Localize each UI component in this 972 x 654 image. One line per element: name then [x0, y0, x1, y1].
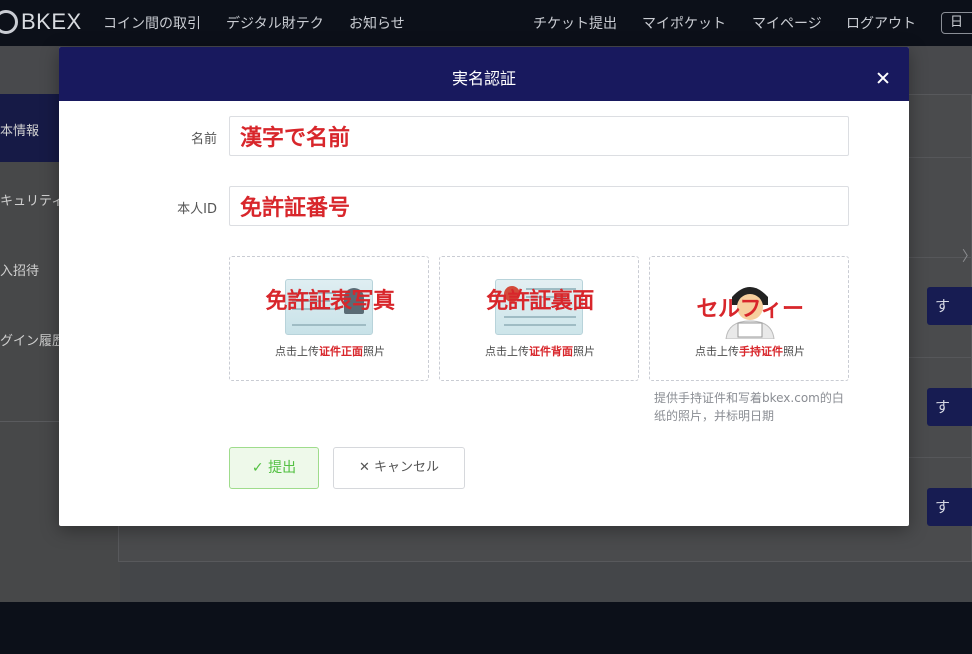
- check-icon: ✓: [251, 460, 264, 476]
- row-action-button[interactable]: す: [927, 287, 972, 325]
- card-annotation: 免許証裏面: [486, 289, 594, 314]
- name-field[interactable]: [229, 116, 849, 156]
- close-x-icon: ✕: [358, 460, 370, 475]
- logo-text: BKEX: [21, 9, 82, 34]
- nav-my-page[interactable]: マイページ: [752, 13, 822, 33]
- submit-button[interactable]: ✓ 提出: [229, 447, 319, 489]
- row-action-button[interactable]: す: [927, 488, 972, 526]
- real-name-verification-dialog: 実名認証 名前 本人ID 免許証表写真 点击上传证件正面照片 免許証裏面 点击上…: [59, 47, 909, 526]
- nav-digital-finance[interactable]: デジタル財テク: [226, 13, 324, 33]
- upload-selfie[interactable]: セルフィー 点击上传手持证件照片: [649, 256, 849, 381]
- name-label: 名前: [190, 132, 217, 147]
- cancel-button[interactable]: ✕ キャンセル: [333, 447, 465, 489]
- card-annotation: 免許証表写真: [265, 289, 395, 314]
- footer: [0, 602, 972, 654]
- chevron-right-icon[interactable]: 〉: [962, 246, 972, 266]
- nav-logout[interactable]: ログアウト: [846, 13, 916, 33]
- nav-announcements[interactable]: お知らせ: [349, 13, 405, 33]
- sidebar-item-invite[interactable]: 入招待: [0, 260, 39, 279]
- id-number-field[interactable]: [229, 186, 849, 226]
- nav-my-wallet[interactable]: マイポケット: [642, 13, 726, 33]
- upload-id-back[interactable]: 免許証裏面 点击上传证件背面照片: [439, 256, 639, 381]
- card-annotation: セルフィー: [696, 297, 804, 322]
- dialog-header: 実名認証: [59, 47, 909, 101]
- nav-submit-ticket[interactable]: チケット提出: [533, 13, 617, 33]
- language-selector[interactable]: 日: [941, 12, 972, 34]
- upload-id-front[interactable]: 免許証表写真 点击上传证件正面照片: [229, 256, 429, 381]
- close-icon[interactable]: [875, 70, 891, 86]
- logo[interactable]: BKEX: [0, 9, 82, 35]
- logo-icon: [0, 10, 18, 34]
- top-navbar: BKEX コイン間の取引 デジタル財テク お知らせ チケット提出 マイポケット …: [0, 0, 972, 46]
- dialog-title: 実名認証: [451, 69, 516, 88]
- selfie-hint-text: 提供手持证件和写着bkex.com的白纸的照片，并标明日期: [654, 391, 844, 423]
- sidebar-item-login-history[interactable]: グイン履歴: [0, 330, 65, 349]
- card-caption: 点击上传手持证件照片: [695, 345, 805, 358]
- sidebar-item-basic-info[interactable]: 本情報: [0, 120, 39, 139]
- card-caption: 点击上传证件背面照片: [485, 345, 595, 358]
- id-label: 本人ID: [177, 202, 217, 217]
- row-action-button[interactable]: す: [927, 388, 972, 426]
- nav-coin-trade[interactable]: コイン間の取引: [103, 13, 201, 33]
- sidebar-item-security[interactable]: キュリティ: [0, 190, 64, 209]
- card-caption: 点击上传证件正面照片: [275, 345, 385, 358]
